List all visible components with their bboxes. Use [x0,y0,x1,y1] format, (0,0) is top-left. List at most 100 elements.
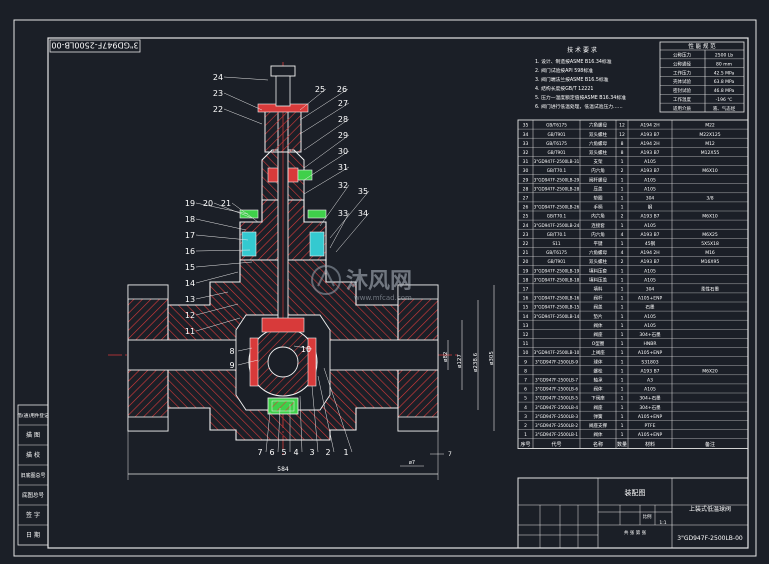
bom-cell: 24 [523,223,529,229]
leader-line [223,92,263,111]
bom-cell: 1 [621,423,624,429]
bom-cell: 阀杆螺母 [589,176,607,183]
bom-cell: 1 [621,196,624,202]
leader-line [223,76,269,81]
dim-d2: ø127 [457,354,463,368]
part-label: 31 [338,163,348,172]
tech-req-line: 5. 压力—温度额定值按ASME B16.34标准 [535,94,626,101]
bom-cell: 压盖 [594,185,603,192]
bom-cell: A193 B7 [640,259,659,265]
bom-cell: GB/T901 [547,150,565,155]
part-label: 18 [185,215,195,224]
bom-cell: 3"GD947F-2500LB-16 [534,296,580,301]
part-label: 11 [185,327,195,336]
bom-cell: 18 [523,277,529,283]
bom-cell: 4 [524,405,527,411]
tech-req-title: 技 术 要 求 [567,46,597,54]
leader-line [329,212,350,249]
bom-cell: 1 [621,223,624,229]
bom-cell: 填料压盖 [589,276,607,283]
bom-cell: 8 [524,368,527,374]
tech-requirements: 技 术 要 求 1. 设计、制造按ASME B16.34标准 2. 阀门试验按A… [535,46,626,110]
spec-table-title: 性 能 规 范 [688,42,716,50]
bom-cell: 阀座 [594,331,603,338]
bom-cell: 3"GD947F-2500LB-2 [535,423,578,428]
bom-cell: 内六角 [591,167,605,174]
product-name: 上装式低温球阀 [689,505,731,513]
bom-cell: 3/8 [706,196,713,202]
bom-cell: 双头螺柱 [589,258,607,265]
bom-cell: 1 [621,205,624,211]
bom-cell: 5 [524,396,527,402]
bom-cell: 3"GD947F-2500LB-9 [535,359,578,364]
bom-cell: 1 [621,287,624,293]
bom-cell: 32 [523,150,529,156]
part-label: 25 [315,85,325,94]
bom-cell: 19 [523,268,529,274]
bom-cell: 1 [621,414,624,420]
stem-upper [275,75,291,107]
bom-cell: 1 [621,341,624,347]
bom-cell: 球体 [594,358,603,365]
leader-line [319,184,350,227]
bom-cell: 阀座支撑 [589,422,607,429]
stamp-label: 借(通)用件登记 [17,412,49,419]
bom-cell: 1 [621,177,624,183]
bom-cell: 12 [619,123,625,129]
bom-cell: 12 [619,132,625,138]
bom-cell: 1 [621,332,624,338]
bom-cell: 304+石墨 [639,405,661,411]
bom-cell: 10 [523,350,529,356]
bom-cell: 29 [523,177,529,183]
bom-cell: 1 [621,186,624,192]
bom-cell: 3"GD947F-2500LB-29 [534,177,580,182]
bom-cell: M22X125 [699,132,720,138]
bom-cell: M16X95 [701,259,720,265]
left-flange-bolt-bottom [127,416,169,432]
leader-line [195,218,247,231]
bom-cell: 20 [523,259,529,265]
bom-cell: 3"GD947F-2500LB-19 [534,268,580,273]
bom-cell: A105 [644,314,656,320]
spec-value: 63.8 MPa [714,79,735,85]
bom-cell: 11 [523,341,529,347]
bom-cell: A193 B7 [640,214,659,220]
bom-cell: 1 [621,277,624,283]
part-label: 26 [337,85,347,94]
bom-cell: M6X25 [702,232,718,238]
bom-table: 35 GB/T6175 六角螺母 12 A194 2H M2234 GB/T901 双头螺柱 1… [517,119,749,449]
part-label: 28 [338,115,348,124]
bom-cell: 垫圈 [594,195,603,202]
bom-cell: 34 [523,132,529,138]
spec-key: 工作压力 [673,69,691,76]
bom-cell: M16 [705,250,715,256]
part-label: 17 [185,231,195,240]
leader-line [223,108,263,125]
part-label: 13 [185,295,195,304]
drawing-name: 装配图 [625,488,646,497]
part-label: 22 [213,105,223,114]
tech-req-line: 6. 阀门进行低温处理，低温试验压力…… [535,103,623,110]
bom-cell: 3"GD947F-2500LB-26 [534,205,580,210]
spec-value: -196 ℃ [716,97,733,103]
right-nut [307,209,327,219]
watermark-brand: 沐风网 [346,269,412,294]
leader-line [335,212,370,253]
left-bonnet-bolt [241,231,257,257]
bom-header-cell: 材料 [645,441,655,448]
bom-cell: 17 [523,287,529,293]
part-label: 27 [338,99,348,108]
part-label: 5 [281,448,286,457]
bom-cell: 阀体 [594,431,603,438]
stamp-label: 描 图 [26,431,40,439]
part-label: 19 [185,199,195,208]
spec-value: 2500 Lb [715,53,733,59]
part-label: 24 [213,73,223,82]
bom-cell: 4 [621,232,624,238]
bom-cell: 1 [621,378,624,384]
ball-port [267,346,299,378]
bom-cell: 1 [621,241,624,247]
part-label: 10 [301,345,311,354]
bom-cell: A105+ENP [638,414,663,420]
bom-cell: M6X10 [702,214,718,220]
